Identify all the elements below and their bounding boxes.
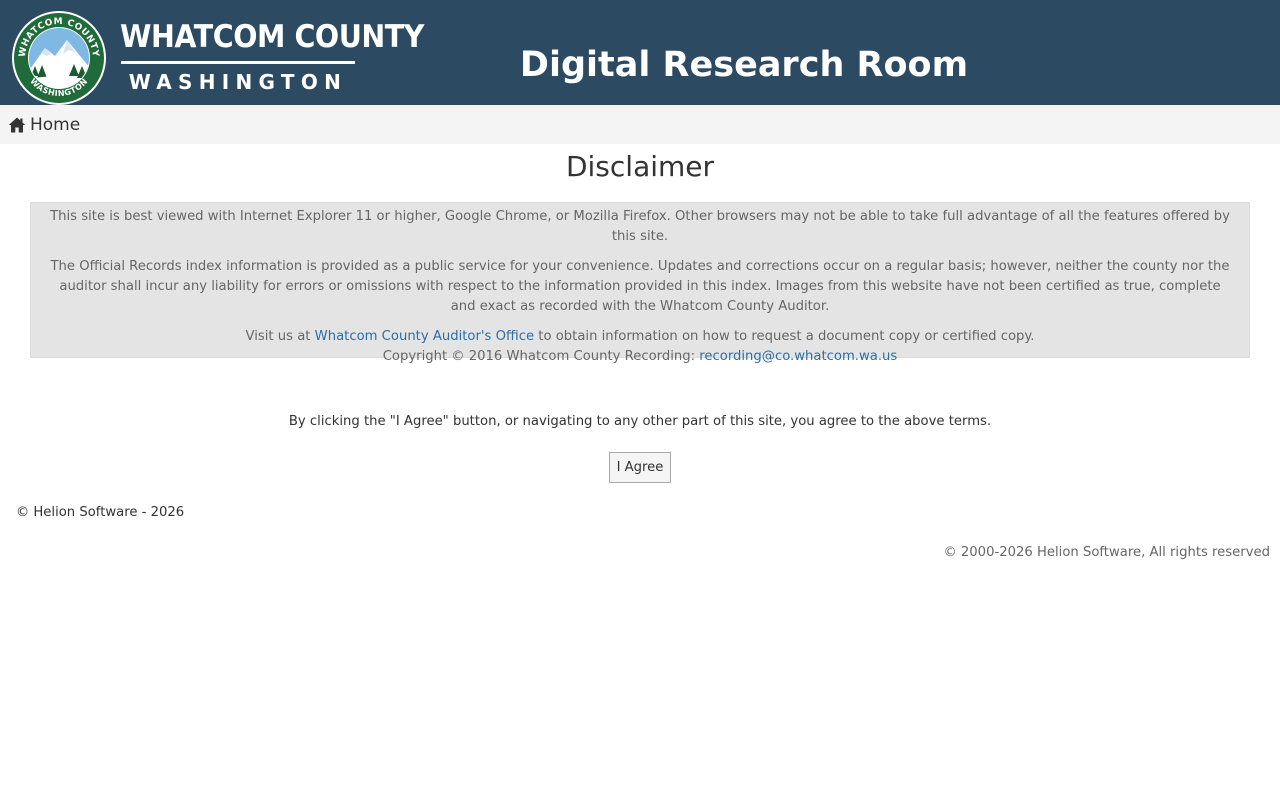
footer-copyright-right: © 2000-2026 Helion Software, All rights … [943,545,1270,560]
home-icon [8,117,26,133]
page-title: Disclaimer [565,150,715,183]
site-title: Digital Research Room [519,45,969,85]
visit-line: Visit us at Whatcom County Auditor's Off… [45,327,1235,347]
site-header: WHATCOM COUNTY WASHINGTON WHATCOM COUNTY… [0,0,1280,105]
auditor-office-link[interactable]: Whatcom County Auditor's Office [315,329,534,344]
visit-suffix: to obtain information on how to request … [534,329,1035,344]
liability-notice: The Official Records index information i… [50,259,1230,314]
recording-email-link[interactable]: recording@co.whatcom.wa.us [699,349,897,364]
browser-notice: This site is best viewed with Internet E… [50,209,1230,244]
i-agree-button[interactable]: I Agree [609,452,671,483]
county-name: WHATCOM COUNTY [120,19,425,55]
county-seal-logo[interactable]: WHATCOM COUNTY WASHINGTON [11,10,107,106]
agree-terms-text: By clicking the "I Agree" button, or nav… [288,414,992,429]
home-label: Home [30,115,81,135]
home-link[interactable]: Home [8,113,80,137]
state-name: WASHINGTON [128,70,348,94]
copyright-line: Copyright © 2016 Whatcom County Recordin… [45,347,1235,367]
disclaimer-panel: This site is best viewed with Internet E… [30,202,1250,364]
visit-prefix: Visit us at [245,329,315,344]
county-divider [121,61,355,64]
copyright-prefix: Copyright © 2016 Whatcom County Recordin… [382,349,700,364]
breadcrumb-bar: Home [0,105,1280,144]
footer-copyright-left: © Helion Software - 2026 [16,505,185,520]
